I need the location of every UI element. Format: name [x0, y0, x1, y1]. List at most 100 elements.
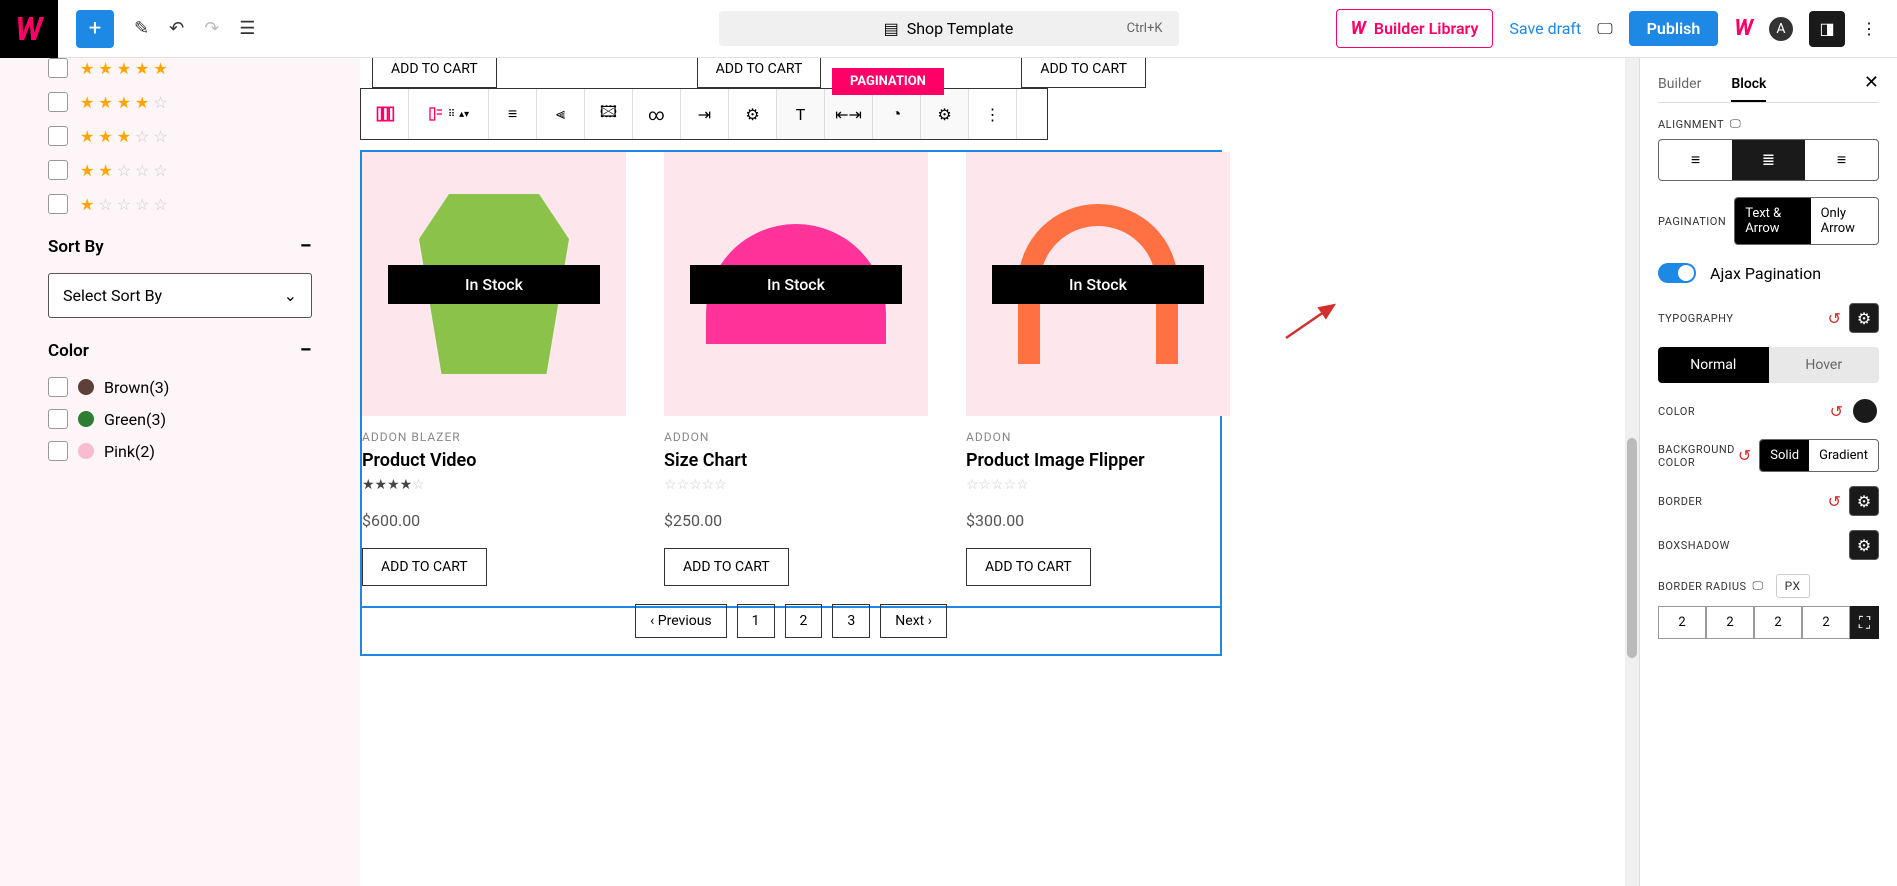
product-title[interactable]: Product Image Flipper	[966, 450, 1230, 471]
color-section-header[interactable]: Color −	[48, 338, 312, 363]
gallery-icon[interactable]: 🖾	[585, 89, 633, 139]
redo-icon[interactable]: ↷	[204, 18, 219, 39]
link-values-icon[interactable]: ⛶	[1850, 606, 1879, 639]
product-image[interactable]: In Stock	[664, 152, 928, 416]
color-title: Color	[48, 341, 89, 361]
add-block-button[interactable]: +	[76, 10, 114, 48]
radius-bottom-input[interactable]	[1754, 606, 1802, 639]
gear-icon[interactable]: ⚙	[921, 89, 969, 139]
checkbox[interactable]	[48, 377, 68, 397]
add-to-cart-button[interactable]: ADD TO CART	[664, 548, 789, 586]
app-logo[interactable]: W	[0, 0, 58, 58]
desktop-view-icon[interactable]: 🖵	[1597, 19, 1612, 39]
page-3-button[interactable]: 3	[832, 604, 870, 638]
rating-filter-5[interactable]: ★★★★★	[48, 58, 312, 78]
gradient-option[interactable]: Gradient	[1809, 440, 1878, 471]
undo-icon[interactable]: ↶	[169, 18, 184, 39]
align-left-button[interactable]: ≡	[1659, 140, 1732, 180]
collapse-icon[interactable]: −	[300, 234, 312, 259]
checkbox[interactable]	[48, 194, 68, 214]
responsive-icon[interactable]: 🖵	[1753, 579, 1764, 593]
edit-icon[interactable]: ✎	[134, 18, 149, 39]
checkbox[interactable]	[48, 126, 68, 146]
builder-tab[interactable]: Builder	[1658, 68, 1701, 102]
ajax-pagination-toggle[interactable]	[1658, 263, 1696, 283]
align-icon[interactable]: ≡	[489, 89, 537, 139]
radius-right-input[interactable]	[1706, 606, 1754, 639]
add-to-cart-button[interactable]: ADD TO CART	[1021, 58, 1146, 88]
product-category: ADDON	[664, 430, 928, 444]
color-filter-brown[interactable]: Brown(3)	[48, 377, 312, 397]
rating-filter-3[interactable]: ★★★☆☆	[48, 126, 312, 146]
scrollbar-track[interactable]	[1625, 58, 1639, 886]
hover-state-tab[interactable]: Hover	[1769, 347, 1880, 383]
radius-left-input[interactable]	[1802, 606, 1850, 639]
add-to-cart-button[interactable]: ADD TO CART	[372, 58, 497, 88]
reset-color-icon[interactable]: ↺	[1830, 402, 1843, 421]
template-selector[interactable]: ▤ Shop Template Ctrl+K	[719, 11, 1179, 46]
product-image[interactable]: In Stock	[362, 152, 626, 416]
reset-typography-icon[interactable]: ↺	[1828, 309, 1841, 328]
sidebar-toggle-icon[interactable]: ◨	[1809, 11, 1845, 47]
prev-page-button[interactable]: ‹ Previous	[635, 604, 727, 638]
outline-icon[interactable]: ☰	[239, 18, 255, 39]
scrollbar-thumb[interactable]	[1627, 438, 1637, 658]
add-to-cart-button[interactable]: ADD TO CART	[362, 548, 487, 586]
rating-filter-2[interactable]: ★★☆☆☆	[48, 160, 312, 180]
checkbox[interactable]	[48, 441, 68, 461]
unit-selector[interactable]: px	[1776, 574, 1810, 598]
color-filter-pink[interactable]: Pink(2)	[48, 441, 312, 461]
layout-icon[interactable]: ⠿▴▾	[409, 89, 489, 139]
rating-filter-1[interactable]: ★☆☆☆☆	[48, 194, 312, 214]
checkbox[interactable]	[48, 58, 68, 78]
builder-library-button[interactable]: W Builder Library	[1336, 9, 1494, 48]
stock-badge: In Stock	[992, 265, 1203, 304]
checkbox[interactable]	[48, 92, 68, 112]
brand-icon[interactable]: W	[1734, 16, 1753, 41]
responsive-icon[interactable]: 🖵	[1730, 117, 1741, 131]
close-panel-icon[interactable]: ✕	[1864, 72, 1879, 93]
sort-section-header[interactable]: Sort By −	[48, 234, 312, 259]
block-tab[interactable]: Block	[1731, 68, 1766, 102]
width-icon[interactable]: ⇥	[681, 89, 729, 139]
publish-button[interactable]: Publish	[1629, 11, 1719, 46]
only-arrow-option[interactable]: Only Arrow	[1811, 198, 1878, 244]
rating-filter-4[interactable]: ★★★★☆	[48, 92, 312, 112]
color-picker-icon[interactable]	[1851, 397, 1879, 425]
spacing-icon[interactable]: ⇤⇥	[825, 89, 873, 139]
radius-top-input[interactable]	[1658, 606, 1706, 639]
add-to-cart-button[interactable]: ADD TO CART	[966, 548, 1091, 586]
boxshadow-settings-icon[interactable]: ⚙	[1849, 530, 1879, 560]
typography-settings-icon[interactable]: ⚙	[1849, 303, 1879, 333]
more-options-icon[interactable]: ⋮	[1861, 19, 1877, 38]
color-icon[interactable]: ◔	[873, 89, 921, 139]
border-settings-icon[interactable]: ⚙	[1849, 486, 1879, 516]
more-icon[interactable]: ⋮	[969, 89, 1017, 139]
reset-border-icon[interactable]: ↺	[1828, 492, 1841, 511]
text-arrow-option[interactable]: Text & Arrow	[1735, 198, 1810, 244]
justify-icon[interactable]: ⫷	[537, 89, 585, 139]
add-to-cart-button[interactable]: ADD TO CART	[697, 58, 822, 88]
page-2-button[interactable]: 2	[785, 604, 823, 638]
normal-state-tab[interactable]: Normal	[1658, 347, 1769, 383]
save-draft-link[interactable]: Save draft	[1509, 19, 1581, 38]
reset-bgcolor-icon[interactable]: ↺	[1738, 446, 1751, 465]
typography-icon[interactable]: T	[777, 89, 825, 139]
solid-option[interactable]: Solid	[1760, 440, 1809, 471]
collapse-icon[interactable]: −	[300, 338, 312, 363]
product-title[interactable]: Size Chart	[664, 450, 928, 471]
align-center-button[interactable]: ≣	[1732, 140, 1805, 180]
color-filter-green[interactable]: Green(3)	[48, 409, 312, 429]
yoast-icon[interactable]: A	[1769, 17, 1793, 41]
settings-icon[interactable]: ⚙	[729, 89, 777, 139]
page-1-button[interactable]: 1	[737, 604, 775, 638]
product-image[interactable]: In Stock	[966, 152, 1230, 416]
sort-select[interactable]: Select Sort By ⌄	[48, 273, 312, 318]
next-page-button[interactable]: Next ›	[880, 604, 947, 638]
align-right-button[interactable]: ≡	[1805, 140, 1878, 180]
product-title[interactable]: Product Video	[362, 450, 626, 471]
checkbox[interactable]	[48, 160, 68, 180]
infinity-icon[interactable]: ∞	[633, 89, 681, 139]
columns-icon[interactable]	[361, 89, 409, 139]
checkbox[interactable]	[48, 409, 68, 429]
